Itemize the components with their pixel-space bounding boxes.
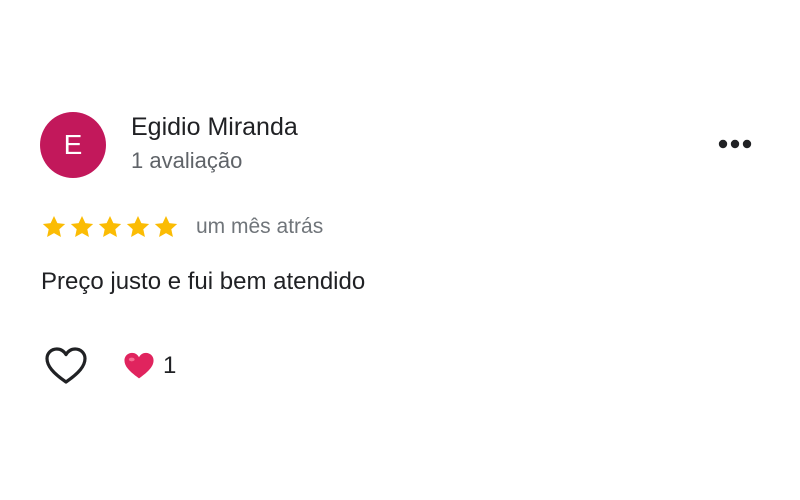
avatar-initial: E [63,129,83,160]
star-icon [153,214,179,240]
reaction-count: 1 [163,352,177,379]
star-icon [41,214,67,240]
reviewer-name[interactable]: Egidio Miranda [131,113,298,142]
avatar[interactable]: E [40,112,106,178]
reviewer-review-count: 1 avaliação [131,148,243,173]
review-text: Preço justo e fui bem atendido [41,268,366,295]
like-button[interactable] [42,344,90,388]
reaction-summary[interactable]: 1 [123,350,176,382]
rating-row: um mês atrás [41,212,323,242]
heart-outline-icon [45,347,87,384]
star-icon [69,214,95,240]
review-date: um mês atrás [196,215,324,238]
red-heart-icon [124,352,154,379]
star-icon [97,214,123,240]
more-horizontal-icon [718,139,752,149]
review-card: E Egidio Miranda 1 avaliação um mês atrá… [0,0,800,500]
star-rating [41,214,179,240]
more-options-button[interactable] [712,130,758,158]
star-icon [125,214,151,240]
